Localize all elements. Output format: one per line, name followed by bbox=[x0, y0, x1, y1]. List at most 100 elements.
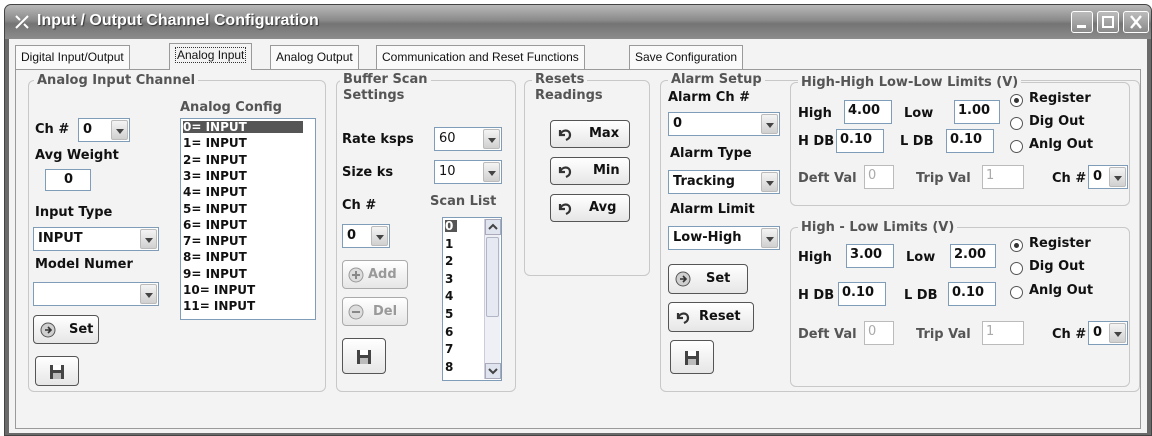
hh-high-input[interactable]: 4.00 bbox=[844, 100, 892, 124]
close-button[interactable] bbox=[1123, 11, 1149, 33]
analog-config-item[interactable]: 4= INPUT bbox=[183, 186, 303, 198]
analog-config-item[interactable]: 11= INPUT bbox=[183, 300, 303, 312]
buffer-scan-title-2: Settings bbox=[340, 88, 408, 103]
hh-ldb-input[interactable]: 0.10 bbox=[946, 129, 994, 153]
hl-low-input[interactable]: 2.00 bbox=[950, 244, 996, 268]
hh-hdb-input[interactable]: 0.10 bbox=[836, 129, 884, 153]
alarm-ch-select[interactable]: 0 bbox=[668, 112, 780, 136]
tab-save-configuration[interactable]: Save Configuration bbox=[629, 45, 744, 69]
chevron-down-icon bbox=[761, 172, 778, 192]
close-icon bbox=[1130, 15, 1142, 29]
scroll-down-icon[interactable] bbox=[485, 363, 501, 379]
analog-config-label: Analog Config bbox=[180, 100, 282, 115]
avg-weight-input[interactable]: 0 bbox=[45, 169, 91, 191]
scan-del-button[interactable]: Del bbox=[342, 297, 408, 326]
hh-low-label: Low bbox=[904, 106, 934, 121]
analog-config-item[interactable]: 3= INPUT bbox=[183, 170, 303, 182]
minimize-button[interactable] bbox=[1071, 11, 1093, 33]
hh-register-radio[interactable] bbox=[1010, 94, 1023, 107]
undo-icon bbox=[558, 203, 572, 215]
reset-max-button[interactable]: Max bbox=[550, 120, 630, 148]
analog-config-item[interactable]: 7= INPUT bbox=[183, 235, 303, 247]
scan-list-item[interactable]: 4 bbox=[445, 290, 457, 302]
hl-high-input[interactable]: 3.00 bbox=[846, 244, 894, 268]
input-type-value: INPUT bbox=[38, 231, 83, 246]
scan-list-scroll-thumb[interactable] bbox=[486, 237, 499, 317]
alarm-reset-button[interactable]: Reset bbox=[668, 302, 754, 332]
scan-list-item[interactable]: 8 bbox=[445, 361, 457, 373]
alarm-type-label: Alarm Type bbox=[670, 146, 752, 161]
scan-list-item[interactable]: 6 bbox=[445, 326, 457, 338]
tab-communication-reset[interactable]: Communication and Reset Functions bbox=[376, 45, 585, 69]
tab-analog-output[interactable]: Analog Output bbox=[270, 45, 359, 69]
scan-list-item[interactable]: 0 bbox=[445, 220, 457, 232]
alarm-limit-label: Alarm Limit bbox=[670, 202, 755, 217]
hh-anlg-out-radio[interactable] bbox=[1010, 140, 1023, 153]
hl-ldb-input[interactable]: 0.10 bbox=[948, 282, 996, 306]
size-ks-select[interactable]: 10 bbox=[434, 160, 502, 184]
scan-list-item[interactable]: 2 bbox=[445, 255, 457, 267]
hh-trip-val-label: Trip Val bbox=[916, 171, 971, 186]
hl-deft-val-input[interactable]: 0 bbox=[864, 321, 894, 345]
analog-config-item[interactable]: 5= INPUT bbox=[183, 203, 303, 215]
maximize-button[interactable] bbox=[1097, 11, 1119, 33]
alarm-type-select[interactable]: Tracking bbox=[668, 170, 780, 194]
hh-deft-val-input[interactable]: 0 bbox=[864, 165, 894, 189]
floppy-disk-icon bbox=[685, 351, 699, 365]
scan-save-button[interactable] bbox=[342, 338, 386, 374]
title-bar[interactable]: Input / Output Channel Configuration bbox=[5, 5, 1151, 39]
hl-limits-title: High - Low Limits (V) bbox=[798, 220, 958, 235]
analog-config-item[interactable]: 1= INPUT bbox=[183, 137, 303, 149]
reset-min-button[interactable]: Min bbox=[550, 157, 630, 185]
scan-ch-select[interactable]: 0 bbox=[342, 224, 390, 248]
hl-hdb-input[interactable]: 0.10 bbox=[838, 282, 886, 306]
hh-ll-limits-title: High-High Low-Low Limits (V) bbox=[798, 75, 1022, 90]
hl-trip-val-label: Trip Val bbox=[916, 327, 971, 342]
hh-trip-val-input[interactable]: 1 bbox=[982, 165, 1024, 189]
chevron-down-icon bbox=[761, 228, 778, 248]
hl-trip-val-input[interactable]: 1 bbox=[982, 321, 1024, 345]
scan-list-item[interactable]: 7 bbox=[445, 343, 457, 355]
hh-low-input[interactable]: 1.00 bbox=[954, 100, 1000, 124]
hl-dig-out-radio[interactable] bbox=[1010, 262, 1023, 275]
channel-set-button[interactable]: Set bbox=[33, 315, 99, 344]
scan-list-item[interactable]: 3 bbox=[445, 273, 457, 285]
scan-list-item[interactable]: 5 bbox=[445, 308, 457, 320]
model-number-select[interactable] bbox=[33, 282, 159, 306]
scan-list-label: Scan List bbox=[430, 194, 497, 209]
analog-config-item[interactable]: 2= INPUT bbox=[183, 154, 303, 166]
hl-ldb-label: L DB bbox=[904, 288, 938, 303]
analog-config-list[interactable]: 0= INPUT 1= INPUT 2= INPUT 3= INPUT 4= INPUT… bbox=[180, 118, 316, 320]
hl-high-label: High bbox=[798, 250, 832, 265]
analog-config-item[interactable]: 8= INPUT bbox=[183, 251, 303, 263]
scan-list-scrollbar[interactable] bbox=[484, 219, 501, 379]
hl-register-radio[interactable] bbox=[1010, 239, 1023, 252]
alarm-save-button[interactable] bbox=[670, 340, 714, 374]
tab-analog-input-label: Analog Input bbox=[175, 47, 247, 63]
scroll-up-icon[interactable] bbox=[485, 219, 501, 235]
client-area: Digital Input/Output Analog Input Analog… bbox=[9, 39, 1147, 433]
alarm-set-button[interactable]: Set bbox=[668, 264, 748, 294]
scan-add-button[interactable]: Add bbox=[342, 260, 408, 289]
channel-save-button[interactable] bbox=[35, 356, 79, 386]
alarm-limit-select[interactable]: Low-High bbox=[668, 226, 780, 250]
scan-list[interactable]: 0 1 2 3 4 5 6 7 8 bbox=[442, 217, 502, 381]
alarm-setup-title: Alarm Setup bbox=[668, 72, 765, 87]
reset-avg-button[interactable]: Avg bbox=[550, 194, 630, 222]
input-type-select[interactable]: INPUT bbox=[33, 227, 159, 251]
hh-hdb-label: H DB bbox=[798, 134, 835, 149]
analog-config-item[interactable]: 9= INPUT bbox=[183, 268, 303, 280]
tab-analog-input[interactable]: Analog Input bbox=[169, 43, 253, 70]
analog-config-item[interactable]: 10= INPUT bbox=[183, 284, 303, 296]
hh-dig-out-radio[interactable] bbox=[1010, 117, 1023, 130]
analog-config-item[interactable]: 6= INPUT bbox=[183, 219, 303, 231]
scan-list-item[interactable]: 1 bbox=[445, 238, 457, 250]
chevron-down-icon bbox=[140, 284, 157, 304]
hl-ch-select[interactable]: 0 bbox=[1088, 321, 1128, 345]
rate-ksps-select[interactable]: 60 bbox=[434, 127, 502, 151]
analog-config-item[interactable]: 0= INPUT bbox=[183, 121, 303, 133]
hh-ch-select[interactable]: 0 bbox=[1088, 165, 1128, 189]
hl-anlg-out-radio[interactable] bbox=[1010, 286, 1023, 299]
tab-digital-io[interactable]: Digital Input/Output bbox=[15, 45, 130, 69]
ch-select[interactable]: 0 bbox=[78, 118, 130, 142]
